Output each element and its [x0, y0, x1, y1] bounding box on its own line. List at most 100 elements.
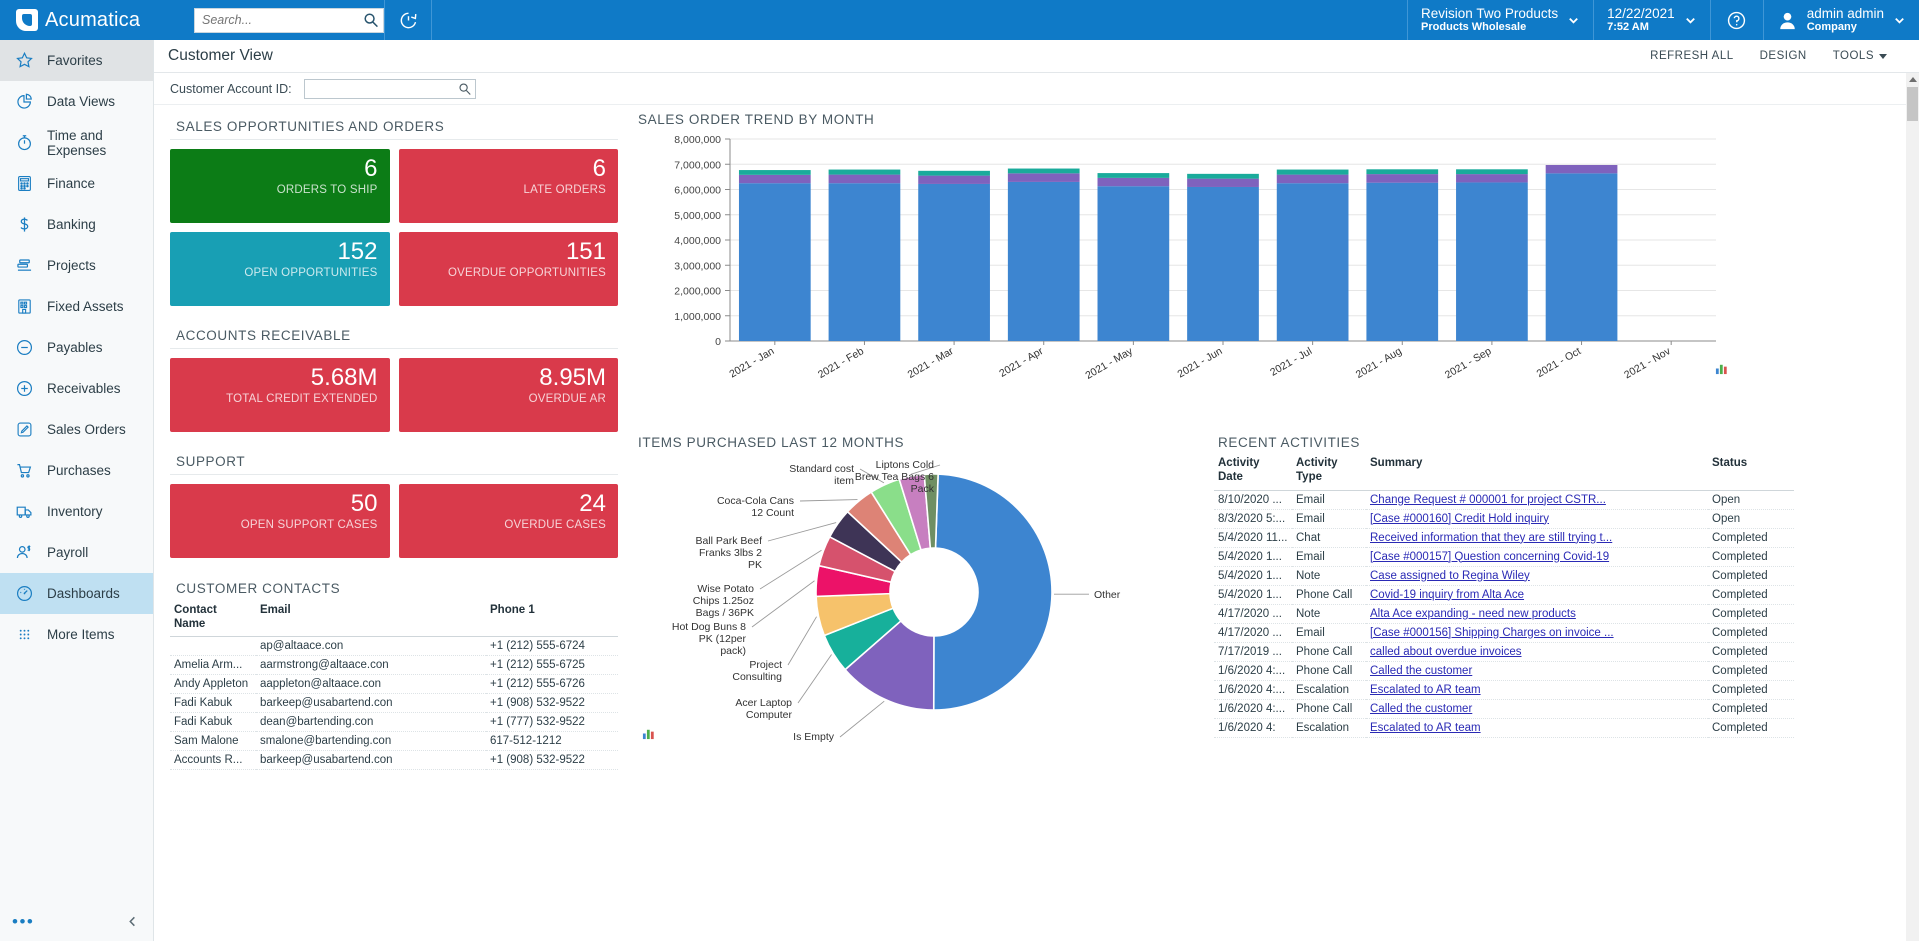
- bar-segment[interactable]: [1007, 173, 1080, 182]
- design-button[interactable]: DESIGN: [1760, 50, 1807, 62]
- bar-segment[interactable]: [1007, 181, 1080, 341]
- search-icon[interactable]: [363, 12, 379, 28]
- kpi-tile-late-orders[interactable]: 6 LATE ORDERS: [398, 149, 618, 223]
- activity-summary-link[interactable]: Alta Ace expanding - need new products: [1370, 608, 1576, 620]
- sidebar-item-dashboards[interactable]: Dashboards: [0, 573, 153, 614]
- table-row[interactable]: 1/6/2020 4:... Escalation Escalated to AR …: [1214, 680, 1794, 700]
- bar-segment[interactable]: [828, 169, 901, 175]
- activity-summary-link[interactable]: called about overdue invoices: [1370, 646, 1522, 658]
- sidebar-item-projects[interactable]: Projects: [0, 245, 153, 286]
- bar-segment[interactable]: [1097, 173, 1170, 178]
- bar-segment[interactable]: [738, 183, 811, 341]
- table-row[interactable]: 5/4/2020 1... Phone Call Covid-19 inquiry …: [1214, 585, 1794, 605]
- table-row[interactable]: Fadi Kabuk barkeep@usabartend.con +1 (908)…: [170, 693, 618, 714]
- search-input[interactable]: [194, 7, 384, 33]
- bar-segment[interactable]: [1366, 182, 1439, 341]
- sidebar-item-receivables[interactable]: Receivables: [0, 368, 153, 409]
- tools-button[interactable]: TOOLS: [1833, 50, 1887, 62]
- table-row[interactable]: 8/10/2020 ... Email Change Request # 00000…: [1214, 490, 1794, 510]
- kpi-tile-overdue-opportunities[interactable]: 151 OVERDUE OPPORTUNITIES: [398, 232, 618, 306]
- sidebar-item-finance[interactable]: Finance: [0, 163, 153, 204]
- tenant-selector[interactable]: Revision Two Products Products Wholesale: [1408, 0, 1593, 40]
- pie-slice[interactable]: [932, 473, 1053, 711]
- activity-summary-link[interactable]: Case assigned to Regina Wiley: [1370, 570, 1530, 582]
- table-row[interactable]: 4/17/2020 ... Email [Case #000156] Shippin…: [1214, 623, 1794, 643]
- bar-segment[interactable]: [1007, 168, 1080, 174]
- sidebar-item-time-and-expenses[interactable]: Time and Expenses: [0, 122, 153, 163]
- scroll-up-arrow-icon[interactable]: [1906, 73, 1919, 86]
- table-row[interactable]: 4/17/2020 ... Note Alta Ace expanding - ne…: [1214, 604, 1794, 624]
- column-header-phone[interactable]: Phone 1: [486, 602, 618, 638]
- magnifier-icon[interactable]: [458, 82, 472, 96]
- kpi-tile-total-credit-extended[interactable]: 5.68M TOTAL CREDIT EXTENDED: [170, 358, 390, 432]
- sidebar-item-banking[interactable]: Banking: [0, 204, 153, 245]
- activity-summary-link[interactable]: [Case #000160] Credit Hold inquiry: [1370, 513, 1549, 525]
- page-scrollbar[interactable]: [1906, 73, 1919, 941]
- activity-summary-link[interactable]: Covid-19 inquiry from Alta Ace: [1370, 589, 1524, 601]
- bar-segment[interactable]: [1187, 173, 1259, 179]
- kpi-tile-orders-to-ship[interactable]: 6 ORDERS TO SHIP: [170, 149, 390, 223]
- table-row[interactable]: 1/6/2020 4: Escalation Escalated to AR tea…: [1214, 718, 1794, 738]
- table-row[interactable]: Amelia Arm... aarmstrong@altaace.con +1 (2…: [170, 655, 618, 676]
- bar-segment[interactable]: [1276, 174, 1349, 184]
- bar-segment[interactable]: [918, 170, 990, 176]
- items-purchased-chart[interactable]: Standard cost item Liptons Cold Brew Tea Ba…: [634, 452, 1214, 752]
- table-row[interactable]: Fadi Kabuk dean@bartending.con +1 (777) 53…: [170, 712, 618, 733]
- column-header-email[interactable]: Email: [256, 602, 486, 638]
- column-header-status[interactable]: Status: [1708, 456, 1794, 491]
- bar-segment[interactable]: [1276, 169, 1349, 175]
- kpi-tile-open-support-cases[interactable]: 50 OPEN SUPPORT CASES: [170, 484, 390, 558]
- bar-segment[interactable]: [1097, 186, 1170, 341]
- user-menu[interactable]: admin admin Company: [1764, 0, 1919, 40]
- business-date-selector[interactable]: 12/22/2021 7:52 AM: [1594, 0, 1710, 40]
- bar-segment[interactable]: [1366, 174, 1439, 183]
- column-header-contact-name[interactable]: Contact Name: [170, 602, 256, 638]
- table-row[interactable]: 1/6/2020 4:... Phone Call Called the custo…: [1214, 661, 1794, 681]
- bar-segment[interactable]: [1456, 174, 1528, 183]
- chevron-left-icon[interactable]: [126, 915, 139, 928]
- refresh-all-button[interactable]: REFRESH ALL: [1650, 50, 1733, 62]
- column-header-summary[interactable]: Summary: [1366, 456, 1708, 491]
- bar-segment[interactable]: [828, 183, 901, 341]
- sidebar-item-more-items[interactable]: More Items: [0, 614, 153, 655]
- table-row[interactable]: 5/4/2020 11... Chat Received information t…: [1214, 528, 1794, 548]
- bar-segment[interactable]: [738, 170, 811, 175]
- recent-history-icon[interactable]: [385, 0, 431, 40]
- bar-segment[interactable]: [1187, 178, 1259, 187]
- sidebar-item-fixed-assets[interactable]: Fixed Assets: [0, 286, 153, 327]
- activity-summary-link[interactable]: [Case #000157] Question concerning Covid…: [1370, 551, 1609, 563]
- bar-segment[interactable]: [918, 175, 990, 184]
- help-circle-icon[interactable]: [1711, 0, 1763, 40]
- bar-segment[interactable]: [1545, 165, 1618, 174]
- sidebar-item-payroll[interactable]: Payroll: [0, 532, 153, 573]
- ellipsis-icon[interactable]: •••: [12, 913, 34, 930]
- bar-segment[interactable]: [1097, 177, 1170, 187]
- bar-segment[interactable]: [1187, 186, 1259, 341]
- table-row[interactable]: 5/4/2020 1... Email [Case #000157] Questio…: [1214, 547, 1794, 567]
- activity-summary-link[interactable]: [Case #000156] Shipping Charges on invoi…: [1370, 627, 1614, 639]
- sidebar-item-inventory[interactable]: Inventory: [0, 491, 153, 532]
- brand-logo[interactable]: Acumatica: [0, 0, 188, 40]
- table-row[interactable]: 7/17/2019 ... Phone Call called about over…: [1214, 642, 1794, 662]
- bar-segment[interactable]: [1366, 169, 1439, 175]
- bar-segment[interactable]: [1456, 182, 1528, 341]
- table-row[interactable]: 1/6/2020 4:... Phone Call Called the custo…: [1214, 699, 1794, 719]
- sales-order-trend-chart[interactable]: 0 1,000,000 2,000,000 3,000,000 4,000,000 5,0…: [634, 129, 1734, 429]
- bar-segment[interactable]: [1276, 183, 1349, 341]
- bar-segment[interactable]: [828, 174, 901, 184]
- kpi-tile-overdue-ar[interactable]: 8.95M OVERDUE AR: [398, 358, 618, 432]
- table-row[interactable]: Andy Appleton aappleton@altaace.con +1 (21…: [170, 674, 618, 695]
- activity-summary-link[interactable]: Escalated to AR team: [1370, 722, 1481, 734]
- table-row[interactable]: 8/3/2020 5:... Email [Case #000160] Credit…: [1214, 509, 1794, 529]
- sidebar-item-data-views[interactable]: Data Views: [0, 81, 153, 122]
- sidebar-item-favorites[interactable]: Favorites: [0, 40, 153, 81]
- activity-summary-link[interactable]: Received information that they are still…: [1370, 532, 1612, 544]
- scrollbar-thumb[interactable]: [1907, 87, 1918, 121]
- bar-segment[interactable]: [1545, 173, 1618, 341]
- column-header-activity-date[interactable]: Activity Date: [1214, 456, 1292, 491]
- chart-export-icon[interactable]: [642, 727, 655, 740]
- table-row[interactable]: 5/4/2020 1... Note Case assigned to Regina…: [1214, 566, 1794, 586]
- customer-account-input[interactable]: [303, 78, 476, 99]
- chart-export-icon[interactable]: [1715, 362, 1728, 375]
- kpi-tile-open-opportunities[interactable]: 152 OPEN OPPORTUNITIES: [170, 232, 390, 306]
